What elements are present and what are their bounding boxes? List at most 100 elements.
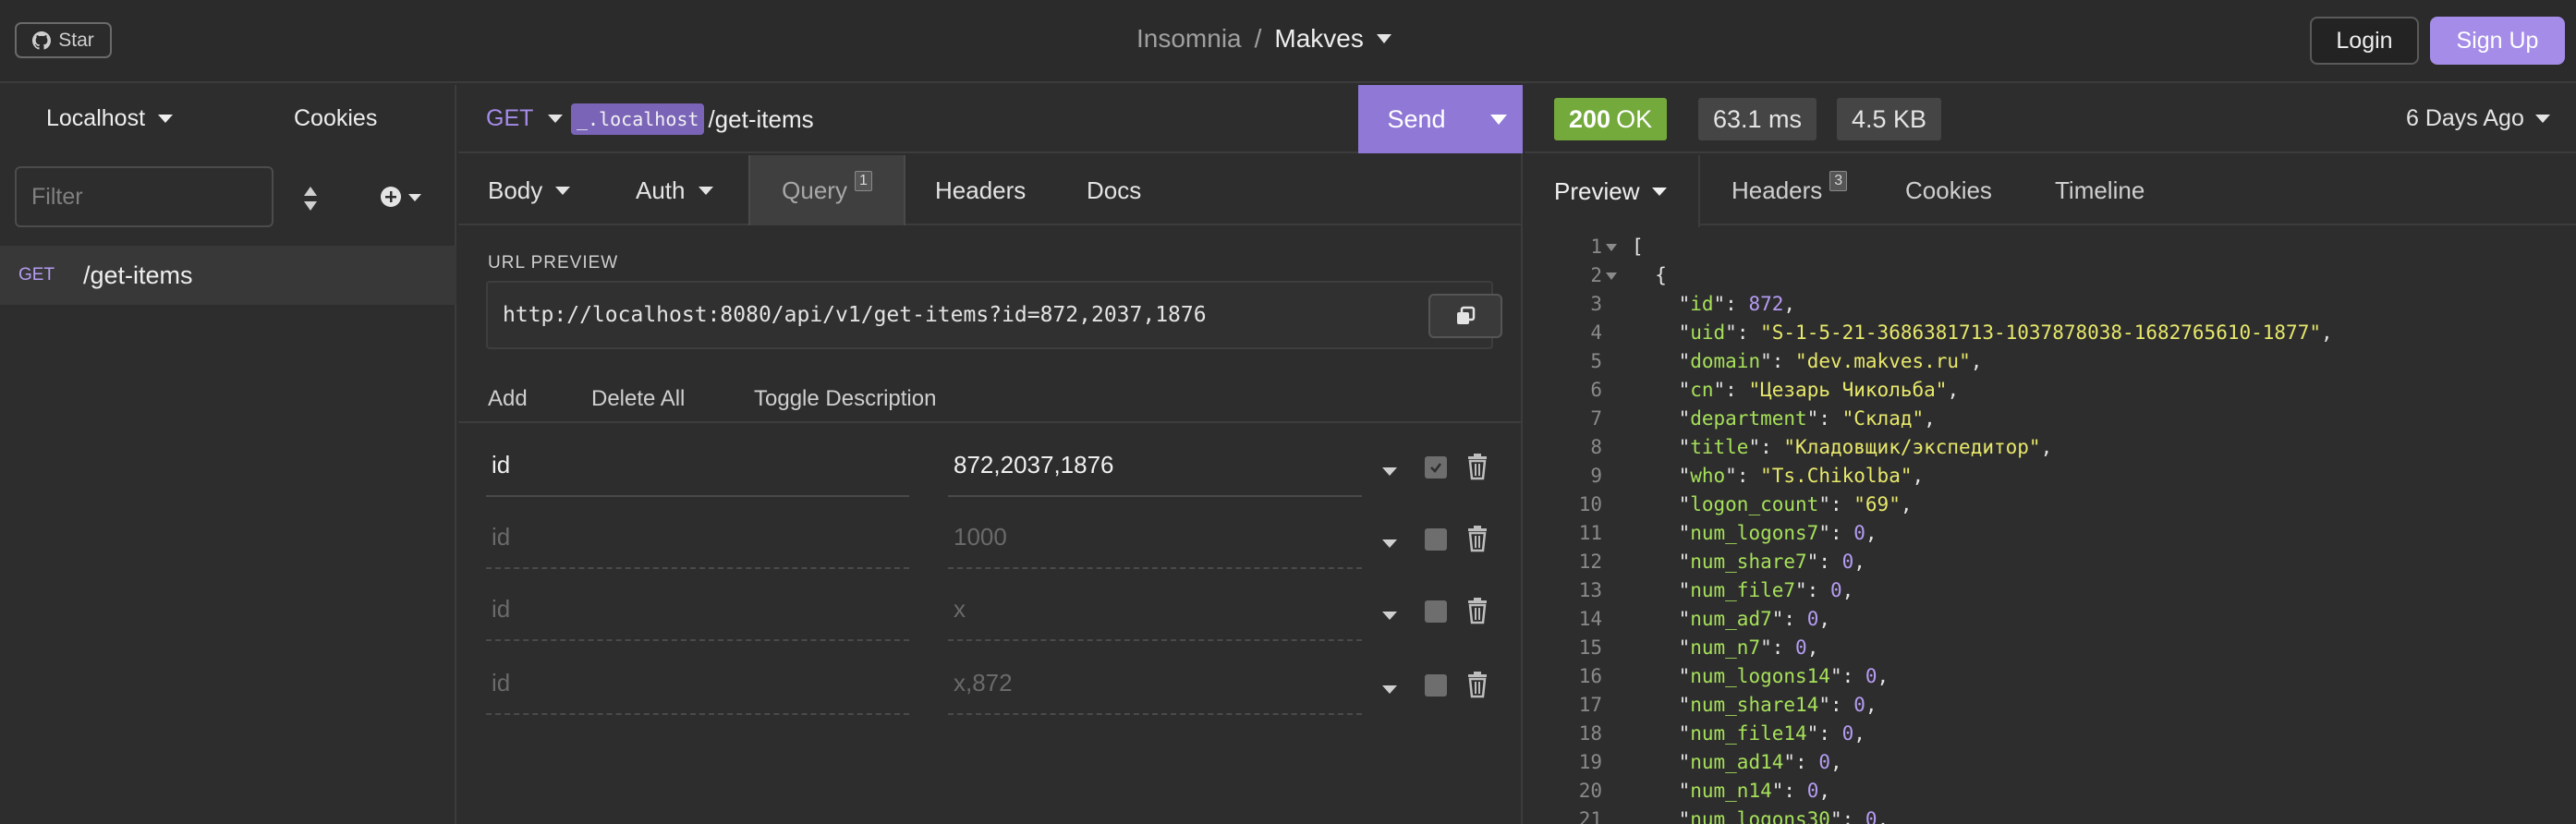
code-line: 5 "domain": "dev.makves.ru",	[1525, 347, 2576, 376]
tab-timeline-label: Timeline	[2055, 176, 2145, 204]
json-key: num_ad14	[1690, 751, 1784, 773]
json-string: Цезарь Чикольба	[1760, 379, 1936, 401]
add-param-button[interactable]: Add	[488, 386, 528, 412]
tab-response-headers[interactable]: Headers 3	[1732, 155, 1848, 225]
trash-icon[interactable]	[1465, 453, 1489, 480]
response-pane: 200 OK 63.1 ms 4.5 KB 6 Days Ago Preview…	[1525, 85, 2576, 824]
param-value-input[interactable]: 872,2037,1876	[948, 438, 1362, 497]
param-enabled-checkbox[interactable]	[1425, 528, 1447, 551]
param-value-input[interactable]: x,872	[948, 656, 1362, 715]
code-line: 9 "who": "Ts.Chikolba",	[1525, 462, 2576, 491]
method-dropdown[interactable]: GET	[486, 105, 564, 132]
line-number: 8	[1590, 436, 1602, 458]
json-number: 0	[1818, 751, 1830, 773]
chevron-down-icon	[1382, 685, 1397, 694]
env-variable-tag[interactable]: _.localhost	[571, 103, 705, 135]
login-button[interactable]: Login	[2310, 17, 2419, 65]
json-number: 0	[1829, 579, 1842, 601]
trash-icon[interactable]	[1465, 671, 1489, 698]
param-options-dropdown[interactable]	[1382, 608, 1397, 624]
response-history-dropdown[interactable]: 6 Days Ago	[2406, 105, 2550, 132]
project-dropdown[interactable]: Makves	[1274, 24, 1391, 54]
json-key: num_file14	[1690, 722, 1807, 745]
param-value-input[interactable]: 1000	[948, 510, 1362, 569]
param-options-dropdown[interactable]	[1382, 536, 1397, 552]
query-param-row: id x,872	[486, 656, 1502, 721]
param-enabled-checkbox[interactable]	[1425, 456, 1447, 479]
param-name-input[interactable]: id	[486, 582, 909, 641]
code-text: "num_n7": 0,	[1678, 636, 1819, 659]
breadcrumb-app[interactable]: Insomnia	[1136, 24, 1242, 54]
send-options-button[interactable]	[1475, 85, 1523, 153]
environment-label: Localhost	[46, 105, 146, 131]
trash-icon[interactable]	[1465, 597, 1489, 624]
delete-all-button[interactable]: Delete All	[591, 386, 685, 412]
url-input[interactable]: _.localhost /get-items	[571, 103, 814, 135]
url-bar: GET _.localhost /get-items Send	[458, 85, 1523, 153]
line-number: 4	[1590, 321, 1602, 344]
request-method: GET	[18, 265, 55, 285]
param-enabled-checkbox[interactable]	[1425, 600, 1447, 623]
code-line: 1[	[1525, 233, 2576, 261]
param-name-input[interactable]: id	[486, 510, 909, 569]
signup-button[interactable]: Sign Up	[2430, 17, 2565, 65]
toggle-description-button[interactable]: Toggle Description	[754, 386, 936, 412]
fold-toggle-icon[interactable]	[1606, 244, 1617, 251]
code-line: 15 "num_n7": 0,	[1525, 634, 2576, 662]
json-number: 0	[1795, 636, 1807, 659]
sidebar-request-get-items[interactable]: GET /get-items	[0, 246, 456, 305]
line-number: 5	[1590, 350, 1602, 372]
param-options-dropdown[interactable]	[1382, 682, 1397, 698]
code-text: "logon_count": "69",	[1678, 493, 1913, 515]
trash-icon[interactable]	[1465, 525, 1489, 552]
code-line: 18 "num_file14": 0,	[1525, 720, 2576, 748]
copy-button[interactable]	[1428, 294, 1502, 338]
code-text: "cn": "Цезарь Чикольба",	[1678, 379, 1960, 401]
tab-preview-label: Preview	[1554, 176, 1640, 205]
json-string: Ts.Chikolba	[1771, 465, 1901, 487]
response-code-view[interactable]: 1[2 {3 "id": 872, 4 "uid": "S-1-5-21-3686…	[1525, 233, 2576, 824]
request-tabs: Body Auth Query 1 Headers Docs	[458, 155, 1523, 225]
send-button[interactable]: Send	[1358, 85, 1475, 153]
code-line: 3 "id": 872,	[1525, 290, 2576, 319]
tab-preview[interactable]: Preview	[1525, 155, 1700, 227]
code-line: 10 "logon_count": "69",	[1525, 491, 2576, 519]
status-text: OK	[1616, 104, 1653, 133]
line-number: 1	[1590, 236, 1602, 258]
github-icon	[32, 30, 52, 50]
add-request-icon[interactable]	[379, 185, 431, 209]
tab-headers[interactable]: Headers	[935, 155, 1026, 225]
param-options-dropdown[interactable]	[1382, 464, 1397, 480]
fold-toggle-icon[interactable]	[1606, 273, 1617, 280]
code-text: "num_share14": 0,	[1678, 694, 1877, 716]
code-text: [	[1632, 236, 1644, 258]
param-name-input[interactable]: id	[486, 656, 909, 715]
chevron-down-icon	[1376, 34, 1391, 43]
response-tabs: Preview Headers 3 Cookies Timeline	[1525, 155, 2576, 227]
tab-response-cookies[interactable]: Cookies	[1905, 155, 1992, 225]
json-string: Кладовщик/экспедитор	[1795, 436, 2029, 458]
filter-input[interactable]	[15, 166, 273, 227]
json-string: 69	[1865, 493, 1889, 515]
tab-query[interactable]: Query 1	[748, 155, 905, 225]
tab-auth[interactable]: Auth	[636, 155, 713, 225]
code-text: "num_ad14": 0,	[1678, 751, 1842, 773]
tab-body[interactable]: Body	[488, 155, 571, 225]
github-star-button[interactable]: Star	[15, 22, 112, 58]
param-name-input[interactable]: id	[486, 438, 909, 497]
tab-timeline[interactable]: Timeline	[2055, 155, 2145, 225]
param-actions: Add Delete All Toggle Description	[458, 382, 1523, 423]
cookies-button[interactable]: Cookies	[294, 105, 377, 132]
param-value-input[interactable]: x	[948, 582, 1362, 641]
code-text: {	[1655, 264, 1667, 286]
param-enabled-checkbox[interactable]	[1425, 674, 1447, 697]
line-number: 20	[1578, 780, 1602, 802]
response-status-bar: 200 OK 63.1 ms 4.5 KB 6 Days Ago	[1525, 85, 2576, 153]
sort-icon[interactable]	[301, 185, 320, 212]
json-key: num_n14	[1690, 780, 1772, 802]
tab-docs[interactable]: Docs	[1087, 155, 1141, 225]
chevron-down-icon	[1382, 467, 1397, 476]
query-param-row: id 1000	[486, 510, 1502, 575]
environment-dropdown[interactable]: Localhost	[46, 105, 174, 132]
json-number: 0	[1853, 694, 1865, 716]
